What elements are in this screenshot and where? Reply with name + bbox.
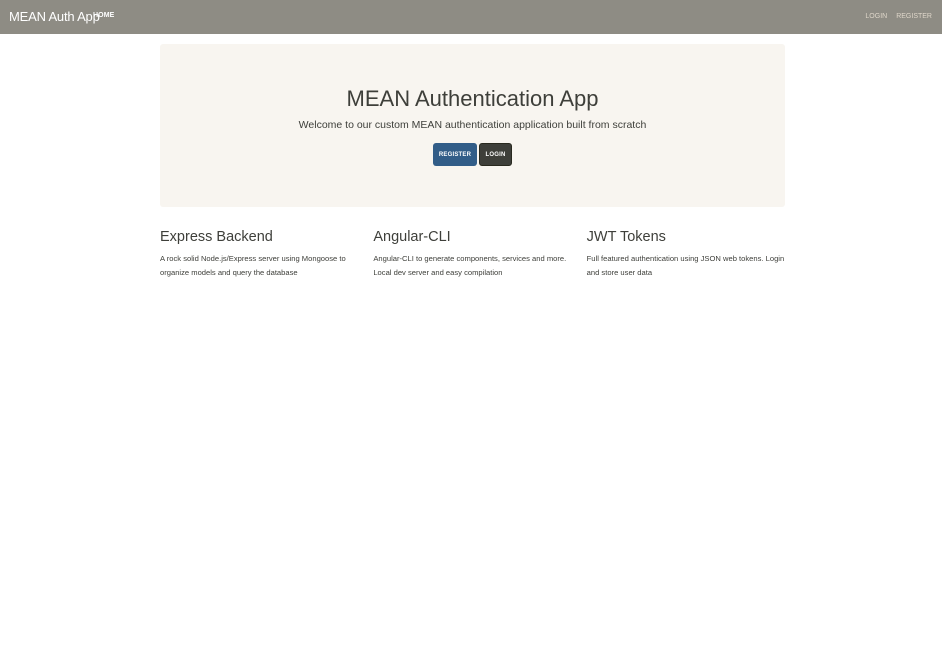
brand-link[interactable]: MEAN Auth App <box>9 9 100 24</box>
feature-description: A rock solid Node.js/Express server usin… <box>160 254 346 277</box>
login-button[interactable]: LOGIN <box>479 143 512 166</box>
nav-login-link[interactable]: LOGIN <box>865 13 887 20</box>
navbar: MEAN Auth App HOME LOGIN REGISTER <box>0 0 942 34</box>
nav-right-links: LOGIN REGISTER <box>865 13 932 20</box>
feature-angular-cli: Angular-CLI Angular-CLI to generate comp… <box>373 228 586 279</box>
jumbotron: MEAN Authentication App Welcome to our c… <box>160 44 785 207</box>
feature-jwt-tokens: JWT Tokens Full featured authentication … <box>587 228 800 279</box>
feature-title: JWT Tokens <box>586 229 666 245</box>
feature-description: Angular-CLI to generate components, serv… <box>373 254 567 277</box>
action-buttons: REGISTER LOGIN <box>433 143 512 166</box>
nav-home-link[interactable]: HOME <box>93 12 114 19</box>
welcome-text: Welcome to our custom MEAN authenticatio… <box>298 119 647 131</box>
nav-register-link[interactable]: REGISTER <box>896 13 932 20</box>
feature-title: Express Backend <box>160 229 273 245</box>
feature-description: Full featured authentication using JSON … <box>586 254 785 277</box>
features-row: Express Backend A rock solid Node.js/Exp… <box>160 228 800 279</box>
feature-express-backend: Express Backend A rock solid Node.js/Exp… <box>160 228 373 279</box>
feature-title: Angular-CLI <box>373 229 451 245</box>
page-title: MEAN Authentication App <box>346 86 599 111</box>
register-button[interactable]: REGISTER <box>433 143 477 166</box>
